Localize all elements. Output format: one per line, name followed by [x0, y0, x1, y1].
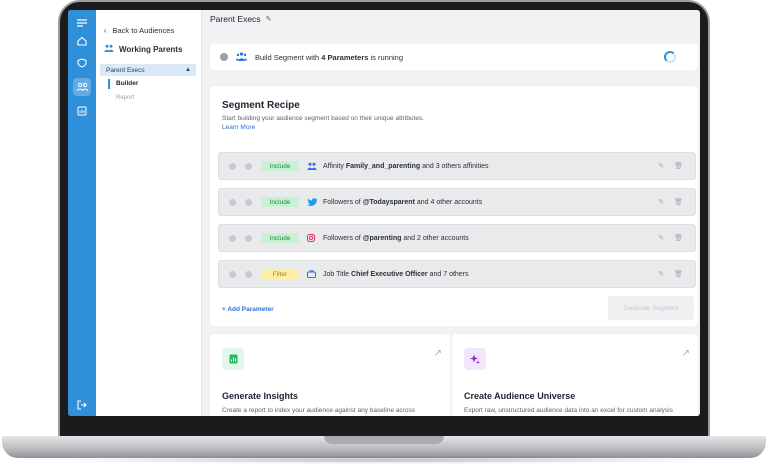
people-icon — [307, 162, 319, 170]
twitter-icon — [307, 198, 319, 206]
create-audience-universe-card[interactable]: ↗ Create Audience Universe Export raw, u… — [452, 334, 698, 416]
audiences-icon[interactable] — [73, 78, 91, 96]
status-suffix: is running — [368, 52, 404, 62]
page-title-label: Parent Execs — [210, 14, 261, 24]
drag-handle-icon[interactable] — [245, 198, 252, 206]
parameter-row[interactable]: Include Followers of @Todaysparent and 4… — [218, 188, 696, 216]
home-icon[interactable] — [73, 32, 91, 50]
trash-icon[interactable]: 🗑 — [674, 162, 683, 170]
shield-icon[interactable] — [73, 54, 91, 72]
people-icon — [236, 51, 247, 63]
segment-recipe-panel: Segment Recipe Start building your audie… — [210, 86, 698, 326]
parameter-text: Followers of @Todaysparent and 4 other a… — [323, 199, 482, 206]
pencil-icon[interactable]: ✎ — [658, 162, 664, 170]
card-title: Generate Insights — [222, 391, 299, 401]
app-screen: ‹ Back to Audiences Working Parents Pare… — [68, 10, 700, 416]
drag-handle-icon[interactable] — [245, 162, 252, 170]
drag-handle-icon[interactable] — [245, 234, 252, 242]
laptop-notch — [324, 436, 444, 444]
add-parameter-button[interactable]: + Add Parameter — [222, 306, 274, 313]
sidebar-subitem-builder[interactable]: Builder — [108, 79, 138, 89]
back-to-audiences-link[interactable]: ‹ Back to Audiences — [104, 26, 174, 35]
pencil-icon[interactable]: ✎ — [658, 198, 664, 206]
main-content: Parent Execs ✎ Build Segment with 4 Para… — [202, 10, 700, 416]
parameter-prefix: Followers of — [323, 198, 363, 206]
laptop-shadow — [40, 456, 728, 464]
generate-insights-card[interactable]: ↗ Generate Insights Create a report to i… — [210, 334, 450, 416]
row-actions: ✎ 🗑 — [658, 270, 683, 278]
recipe-description: Start building your audience segment bas… — [222, 114, 442, 132]
trash-icon[interactable]: 🗑 — [674, 198, 683, 206]
remove-icon[interactable] — [229, 162, 236, 170]
sidebar-item-parent-execs[interactable]: Parent Execs ▲ — [100, 64, 196, 76]
audience-icon — [104, 44, 114, 54]
remove-icon[interactable] — [229, 270, 236, 278]
parameter-suffix: and 7 others — [427, 270, 469, 278]
parameter-value: Family_and_parenting — [345, 162, 421, 170]
build-status-bar: Build Segment with 4 Parameters is runni… — [210, 44, 698, 70]
pencil-icon[interactable]: ✎ — [266, 15, 272, 23]
status-prefix: Build Segment with — [255, 52, 322, 62]
parameter-prefix: Affinity — [323, 162, 346, 170]
insights-icon — [222, 348, 244, 370]
page-title: Parent Execs ✎ — [210, 14, 271, 24]
audience-name: Working Parents — [104, 44, 182, 54]
row-actions: ✎ 🗑 — [658, 234, 683, 242]
card-description: Export raw, unstructured audience data i… — [464, 407, 673, 414]
status-param-count: 4 Parameters — [321, 52, 369, 62]
recipe-title: Segment Recipe — [222, 100, 300, 111]
learn-more-link[interactable]: Learn More — [222, 124, 255, 131]
parameter-suffix: and 3 others affinities — [420, 162, 489, 170]
drag-handle-icon[interactable] — [245, 270, 252, 278]
filter-badge: Filter — [261, 269, 299, 279]
status-text: Build Segment with 4 Parameters is runni… — [255, 53, 403, 62]
icon-rail — [68, 10, 96, 416]
card-title: Create Audience Universe — [464, 391, 576, 401]
arrow-up-right-icon[interactable]: ↗ — [434, 348, 442, 359]
chevron-up-icon[interactable]: ▲ — [185, 67, 191, 73]
include-badge: Include — [261, 233, 299, 243]
job-icon — [307, 270, 319, 278]
parameter-value: @parenting — [362, 234, 402, 242]
menu-icon[interactable] — [73, 14, 91, 32]
parameter-text: Followers of @parenting and 2 other acco… — [323, 235, 469, 242]
parameter-prefix: Job Title — [323, 270, 352, 278]
loading-spinner-icon — [664, 51, 676, 63]
row-actions: ✎ 🗑 — [658, 162, 683, 170]
pencil-icon[interactable]: ✎ — [658, 270, 664, 278]
parameter-suffix: and 2 other accounts — [401, 234, 469, 242]
sidebar-subitem-report[interactable]: Report — [116, 95, 134, 101]
secondary-sidebar: ‹ Back to Audiences Working Parents Pare… — [96, 10, 202, 416]
remove-icon[interactable] — [229, 234, 236, 242]
parameter-text: Job Title Chief Executive Officer and 7 … — [323, 271, 469, 278]
include-badge: Include — [261, 161, 299, 171]
card-description: Create a report to index your audience a… — [222, 407, 415, 414]
sidebar-item-label: Parent Execs — [106, 66, 145, 74]
parameter-row[interactable]: Filter Job Title Chief Executive Officer… — [218, 260, 696, 288]
trash-icon[interactable]: 🗑 — [674, 270, 683, 278]
remove-icon[interactable] — [229, 198, 236, 206]
trash-icon[interactable]: 🗑 — [674, 234, 683, 242]
include-badge: Include — [261, 197, 299, 207]
instagram-icon — [307, 234, 319, 242]
chevron-left-icon: ‹ — [104, 26, 107, 35]
back-label: Back to Audiences — [112, 26, 175, 35]
report-icon[interactable] — [73, 102, 91, 120]
parameter-text: Affinity Family_and_parenting and 3 othe… — [323, 163, 488, 170]
audience-name-label: Working Parents — [119, 44, 183, 54]
parameter-row[interactable]: Include Followers of @parenting and 2 ot… — [218, 224, 696, 252]
parameter-suffix: and 4 other accounts — [414, 198, 483, 206]
row-actions: ✎ 🗑 — [658, 198, 683, 206]
parameter-prefix: Followers of — [323, 234, 363, 242]
parameter-value: @Todaysparent — [362, 198, 415, 206]
generate-segment-button[interactable]: Generate Segment — [608, 296, 694, 320]
close-icon[interactable] — [220, 53, 228, 61]
recipe-description-text: Start building your audience segment bas… — [222, 115, 424, 122]
sparkle-icon — [464, 348, 486, 370]
parameter-row[interactable]: Include Affinity Family_and_parenting an… — [218, 152, 696, 180]
pencil-icon[interactable]: ✎ — [658, 234, 664, 242]
parameter-value: Chief Executive Officer — [351, 270, 428, 278]
logout-icon[interactable] — [73, 396, 91, 414]
arrow-up-right-icon[interactable]: ↗ — [682, 348, 690, 359]
